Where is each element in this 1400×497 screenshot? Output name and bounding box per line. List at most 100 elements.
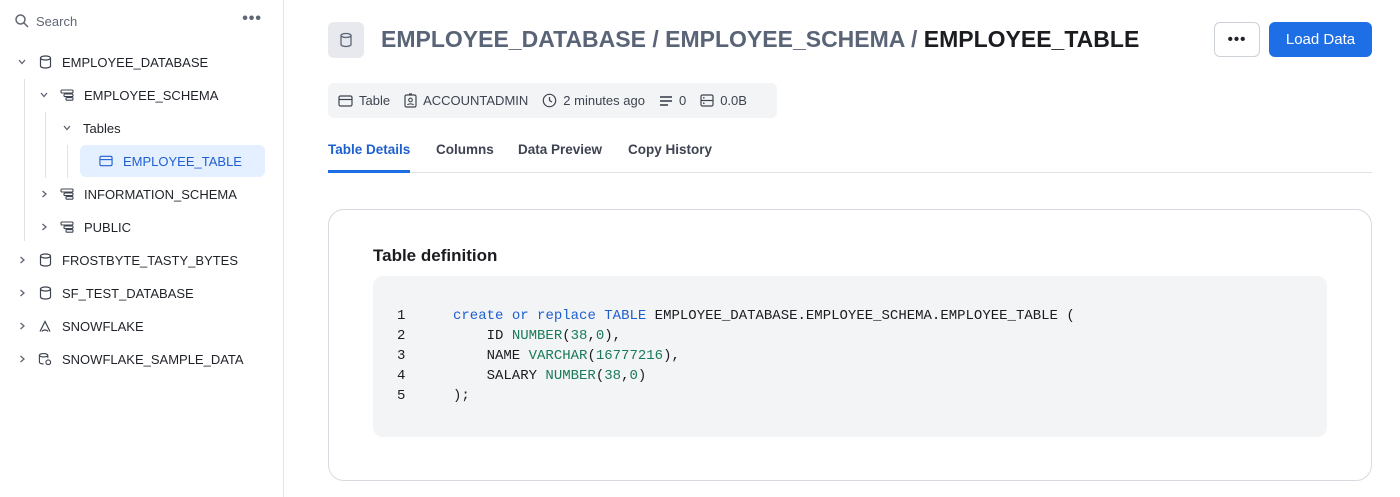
tree-guide bbox=[24, 79, 25, 241]
code-text: ); bbox=[453, 388, 470, 404]
code-token: 16777216 bbox=[595, 348, 664, 364]
breadcrumb-separator: / bbox=[652, 26, 659, 52]
line-number: 5 bbox=[397, 388, 406, 404]
shared-database-icon bbox=[38, 352, 52, 366]
tree-item-snowflake-sample-data[interactable]: SNOWFLAKE_SAMPLE_DATA bbox=[16, 344, 244, 374]
storage-icon bbox=[700, 94, 714, 107]
code-token: ( bbox=[562, 328, 571, 344]
search-bar[interactable]: Search ••• bbox=[14, 9, 272, 33]
meta-owner-label: ACCOUNTADMIN bbox=[423, 93, 529, 108]
meta-rows-label: 0 bbox=[678, 93, 687, 108]
tree-item-label: EMPLOYEE_DATABASE bbox=[62, 54, 209, 70]
chevron-right-icon[interactable] bbox=[16, 287, 28, 299]
code-text: SALARY NUMBER(38,0) bbox=[453, 368, 647, 384]
table-icon bbox=[99, 154, 113, 168]
database-icon bbox=[38, 55, 52, 69]
chevron-right-icon[interactable] bbox=[38, 221, 50, 233]
code-token: replace bbox=[528, 308, 596, 324]
code-text: ID NUMBER(38,0), bbox=[453, 328, 621, 344]
breadcrumb-title: EMPLOYEE_DATABASE / EMPLOYEE_SCHEMA / EM… bbox=[381, 26, 1139, 53]
line-number: 4 bbox=[397, 368, 406, 384]
code-token: ), bbox=[604, 328, 622, 344]
breadcrumb-database[interactable]: EMPLOYEE_DATABASE bbox=[381, 26, 646, 52]
sidebar: Search ••• EMPLOYEE_DATABASE EMPLOYEE_SC… bbox=[0, 0, 284, 497]
search-icon bbox=[15, 14, 29, 28]
tree-item-tables[interactable]: Tables bbox=[61, 113, 121, 143]
code-token: 0 bbox=[629, 368, 638, 384]
tree-item-employee-database[interactable]: EMPLOYEE_DATABASE bbox=[16, 47, 208, 77]
code-token: ( bbox=[587, 348, 596, 364]
chevron-right-icon[interactable] bbox=[16, 353, 28, 365]
tree-item-label: EMPLOYEE_TABLE bbox=[123, 153, 242, 169]
more-actions-button[interactable]: ••• bbox=[1214, 22, 1260, 57]
breadcrumb-schema[interactable]: EMPLOYEE_SCHEMA bbox=[665, 26, 904, 52]
tab-columns[interactable]: Columns bbox=[436, 142, 494, 157]
code-token: VARCHAR bbox=[528, 348, 588, 364]
database-icon bbox=[38, 286, 52, 300]
breadcrumb-separator: / bbox=[910, 26, 918, 52]
code-text: NAME VARCHAR(16777216), bbox=[453, 348, 680, 364]
code-token: ) bbox=[637, 368, 647, 384]
tree-item-label: Tables bbox=[83, 120, 121, 136]
tree-item-snowflake[interactable]: SNOWFLAKE bbox=[16, 311, 144, 341]
clock-icon bbox=[542, 93, 557, 108]
main-panel: EMPLOYEE_DATABASE / EMPLOYEE_SCHEMA / EM… bbox=[285, 0, 1400, 497]
tab-table-details[interactable]: Table Details bbox=[328, 142, 410, 157]
meta-size-label: 0.0B bbox=[720, 93, 747, 108]
sidebar-more-button[interactable]: ••• bbox=[242, 11, 262, 27]
tree-item-label: PUBLIC bbox=[84, 219, 131, 235]
code-token: ); bbox=[453, 388, 470, 404]
line-number: 3 bbox=[397, 348, 406, 364]
tree-item-label: SNOWFLAKE_SAMPLE_DATA bbox=[62, 351, 244, 367]
line-number: 1 bbox=[397, 308, 406, 324]
table-definition-title: Table definition bbox=[373, 246, 498, 265]
table-definition-card: Table definition 1 create or replace TABL… bbox=[328, 209, 1372, 481]
chevron-right-icon[interactable] bbox=[16, 320, 28, 332]
line-number: 2 bbox=[397, 328, 406, 344]
tree-item-label: FROSTBYTE_TASTY_BYTES bbox=[62, 252, 239, 268]
tab-copy-history[interactable]: Copy History bbox=[628, 142, 712, 157]
tree-item-public[interactable]: PUBLIC bbox=[38, 212, 131, 242]
code-token: ID bbox=[453, 328, 512, 344]
tree-item-label: SF_TEST_DATABASE bbox=[62, 285, 194, 301]
code-token: NUMBER bbox=[545, 368, 596, 384]
tree-item-information-schema[interactable]: INFORMATION_SCHEMA bbox=[38, 179, 237, 209]
chevron-down-icon[interactable] bbox=[38, 89, 50, 101]
meta-type: Table bbox=[338, 93, 390, 108]
chevron-right-icon[interactable] bbox=[38, 188, 50, 200]
meta-size: 0.0B bbox=[700, 93, 747, 108]
tree-item-employee-table[interactable]: EMPLOYEE_TABLE bbox=[80, 145, 265, 177]
code-token: NAME bbox=[453, 348, 529, 364]
tree-item-frostbyte-tasty-bytes[interactable]: FROSTBYTE_TASTY_BYTES bbox=[16, 245, 238, 275]
schema-icon bbox=[60, 88, 74, 102]
database-icon bbox=[38, 253, 52, 267]
tree-guide bbox=[45, 112, 46, 178]
tab-data-preview[interactable]: Data Preview bbox=[518, 142, 602, 157]
chevron-down-icon[interactable] bbox=[61, 122, 73, 134]
object-metadata-bar: Table ACCOUNTADMIN 2 minutes ago 0 0.0B bbox=[328, 83, 777, 118]
breadcrumb-table: EMPLOYEE_TABLE bbox=[923, 26, 1140, 52]
code-token: ( bbox=[595, 368, 605, 384]
code-token: , bbox=[587, 328, 596, 344]
meta-type-label: Table bbox=[359, 93, 391, 108]
load-data-button[interactable]: Load Data bbox=[1269, 22, 1372, 57]
tree-item-sf-test-database[interactable]: SF_TEST_DATABASE bbox=[16, 278, 194, 308]
code-token: 38 bbox=[604, 368, 622, 384]
chevron-down-icon[interactable] bbox=[16, 56, 28, 68]
search-input[interactable]: Search bbox=[36, 14, 77, 29]
meta-owner: ACCOUNTADMIN bbox=[404, 93, 528, 108]
tree-item-label: SNOWFLAKE bbox=[62, 318, 144, 334]
meta-updated: 2 minutes ago bbox=[542, 93, 645, 108]
tree-guide bbox=[67, 145, 68, 178]
chevron-right-icon[interactable] bbox=[16, 254, 28, 266]
active-tab-indicator bbox=[328, 170, 410, 173]
tree-item-label: EMPLOYEE_SCHEMA bbox=[84, 87, 219, 103]
code-token: create bbox=[453, 308, 504, 324]
database-object-icon bbox=[328, 22, 364, 58]
tree-item-employee-schema[interactable]: EMPLOYEE_SCHEMA bbox=[38, 80, 218, 110]
user-badge-icon bbox=[404, 93, 417, 108]
code-token: or bbox=[503, 308, 529, 324]
share-icon bbox=[38, 319, 52, 333]
code-token: TABLE bbox=[595, 308, 647, 324]
tab-bar: Table Details Columns Data Preview Copy … bbox=[328, 135, 1372, 173]
